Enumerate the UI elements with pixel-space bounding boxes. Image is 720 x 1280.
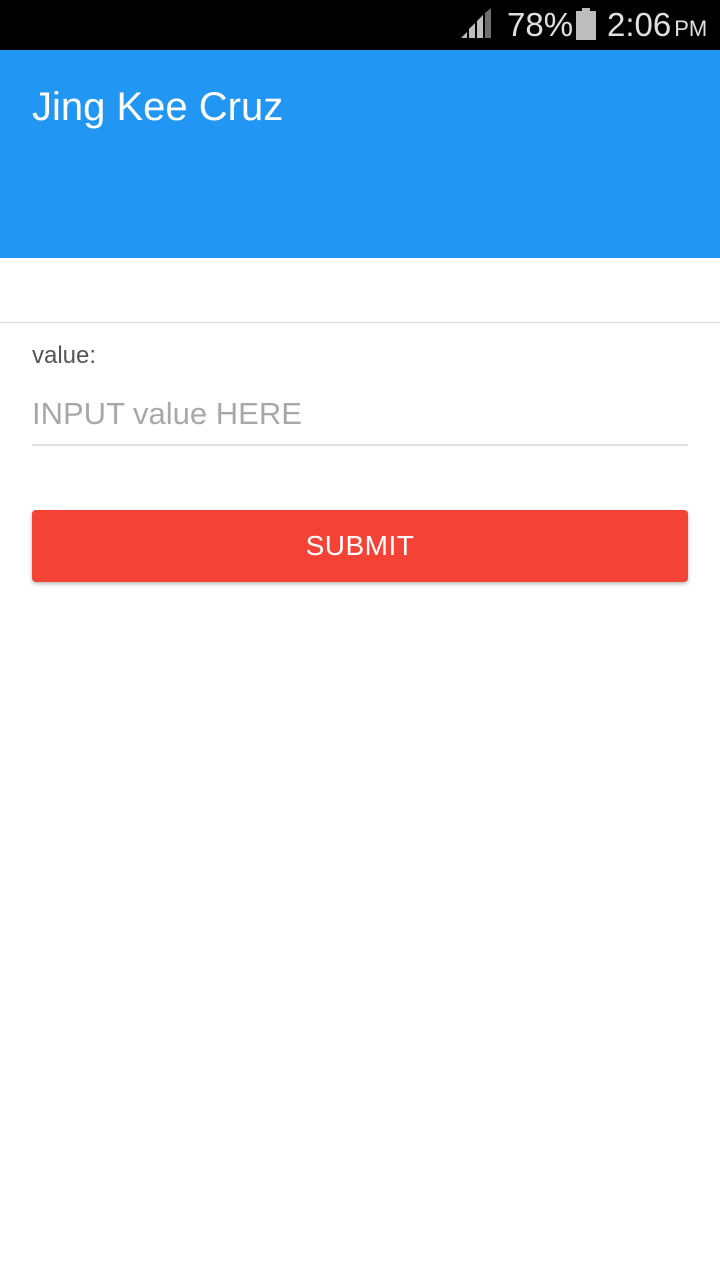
- app-title: Jing Kee Cruz: [32, 85, 284, 129]
- app-bar: Jing Kee Cruz: [0, 50, 720, 258]
- battery-percent: 78%: [507, 6, 574, 43]
- clock: 2:06 PM: [607, 6, 707, 48]
- value-input-underline: [32, 444, 688, 446]
- value-input[interactable]: [32, 388, 688, 440]
- submit-button[interactable]: SUBMIT: [32, 510, 688, 582]
- clock-ampm: PM: [674, 16, 708, 41]
- divider: [0, 322, 720, 323]
- battery-icon: [576, 8, 596, 40]
- app-screen: 78% 2:06PM Jing Kee Cruz value: SUBMIT: [0, 0, 720, 1280]
- status-bar: 78% 2:06 PM: [0, 0, 720, 50]
- value-field-label: value:: [32, 342, 97, 369]
- clock-time: 2:06: [607, 6, 672, 43]
- signal-icon: [461, 8, 491, 38]
